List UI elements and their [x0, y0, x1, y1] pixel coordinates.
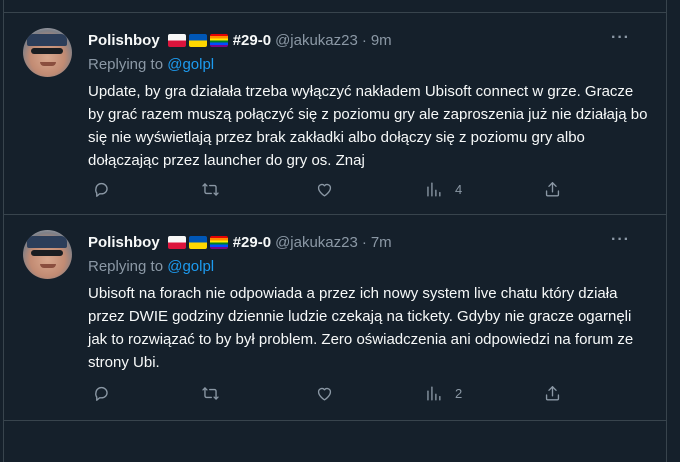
avatar[interactable] [23, 28, 72, 77]
reply-icon [95, 182, 108, 197]
display-name[interactable]: Polishboy [88, 234, 160, 251]
ukraine-flag-icon [188, 33, 207, 47]
replying-to: Replying to @golpl [88, 56, 214, 73]
timestamp[interactable]: 7m [371, 234, 392, 251]
reply-mention-link[interactable]: @golpl [167, 56, 214, 73]
tweet-actions: 2 [88, 383, 568, 403]
replying-label: Replying to [88, 258, 164, 275]
tweet-text: Ubisoft na forach nie odpowiada a przez … [88, 285, 634, 371]
tweet-header: Polishboy #29-0 @jakukaz23 · 7m [88, 233, 392, 251]
views-icon [427, 385, 441, 401]
timestamp[interactable]: 9m [371, 32, 392, 49]
tweet[interactable]: Polishboy #29-0 @jakukaz23 · 9m ··· Repl… [4, 13, 666, 215]
like-icon [317, 183, 332, 197]
poland-flag-icon [167, 33, 186, 47]
like-button[interactable] [315, 383, 334, 403]
poland-flag-icon [167, 235, 186, 249]
more-options-icon[interactable]: ··· [611, 29, 630, 47]
retweet-button[interactable] [201, 179, 220, 199]
user-handle[interactable]: @jakukaz23 [275, 234, 358, 251]
name-tag: #29-0 [232, 233, 272, 251]
timeline-column: Polishboy #29-0 @jakukaz23 · 9m ··· Repl… [3, 0, 667, 462]
tweet[interactable]: Polishboy #29-0 @jakukaz23 · 7m ··· Repl… [4, 215, 666, 421]
reply-mention-link[interactable]: @golpl [167, 258, 214, 275]
name-tag: #29-0 [232, 31, 272, 49]
reply-icon [95, 386, 108, 401]
retweet-button[interactable] [201, 383, 220, 403]
like-icon [317, 387, 332, 401]
tweet-header: Polishboy #29-0 @jakukaz23 · 9m [88, 31, 392, 49]
views-button[interactable]: 4 [424, 179, 462, 199]
separator-dot: · [361, 233, 367, 251]
ukraine-flag-icon [188, 235, 207, 249]
rainbow-flag-icon [209, 235, 228, 249]
views-count: 2 [455, 385, 463, 401]
reply-button[interactable] [92, 179, 111, 199]
rainbow-flag-icon [209, 33, 228, 47]
display-name[interactable]: Polishboy [88, 32, 160, 49]
views-icon [427, 181, 441, 197]
retweet-icon [202, 386, 219, 400]
flag-emojis [167, 235, 228, 249]
views-button[interactable]: 2 [424, 383, 462, 403]
reply-button[interactable] [92, 383, 111, 403]
tweet-actions: 4 [88, 179, 568, 199]
replying-to: Replying to @golpl [88, 258, 214, 275]
like-button[interactable] [315, 179, 334, 199]
user-handle[interactable]: @jakukaz23 [275, 32, 358, 49]
share-icon [545, 181, 560, 197]
views-count: 4 [455, 181, 463, 197]
flag-emojis [167, 33, 228, 47]
replying-label: Replying to [88, 56, 164, 73]
separator-dot: · [361, 31, 367, 49]
share-button[interactable] [543, 179, 562, 199]
retweet-icon [202, 182, 219, 196]
more-options-icon[interactable]: ··· [611, 231, 630, 249]
share-button[interactable] [543, 383, 562, 403]
share-icon [545, 385, 560, 401]
tweet-text: Update, by gra działała trzeba wyłączyć … [88, 83, 648, 169]
avatar[interactable] [23, 230, 72, 279]
